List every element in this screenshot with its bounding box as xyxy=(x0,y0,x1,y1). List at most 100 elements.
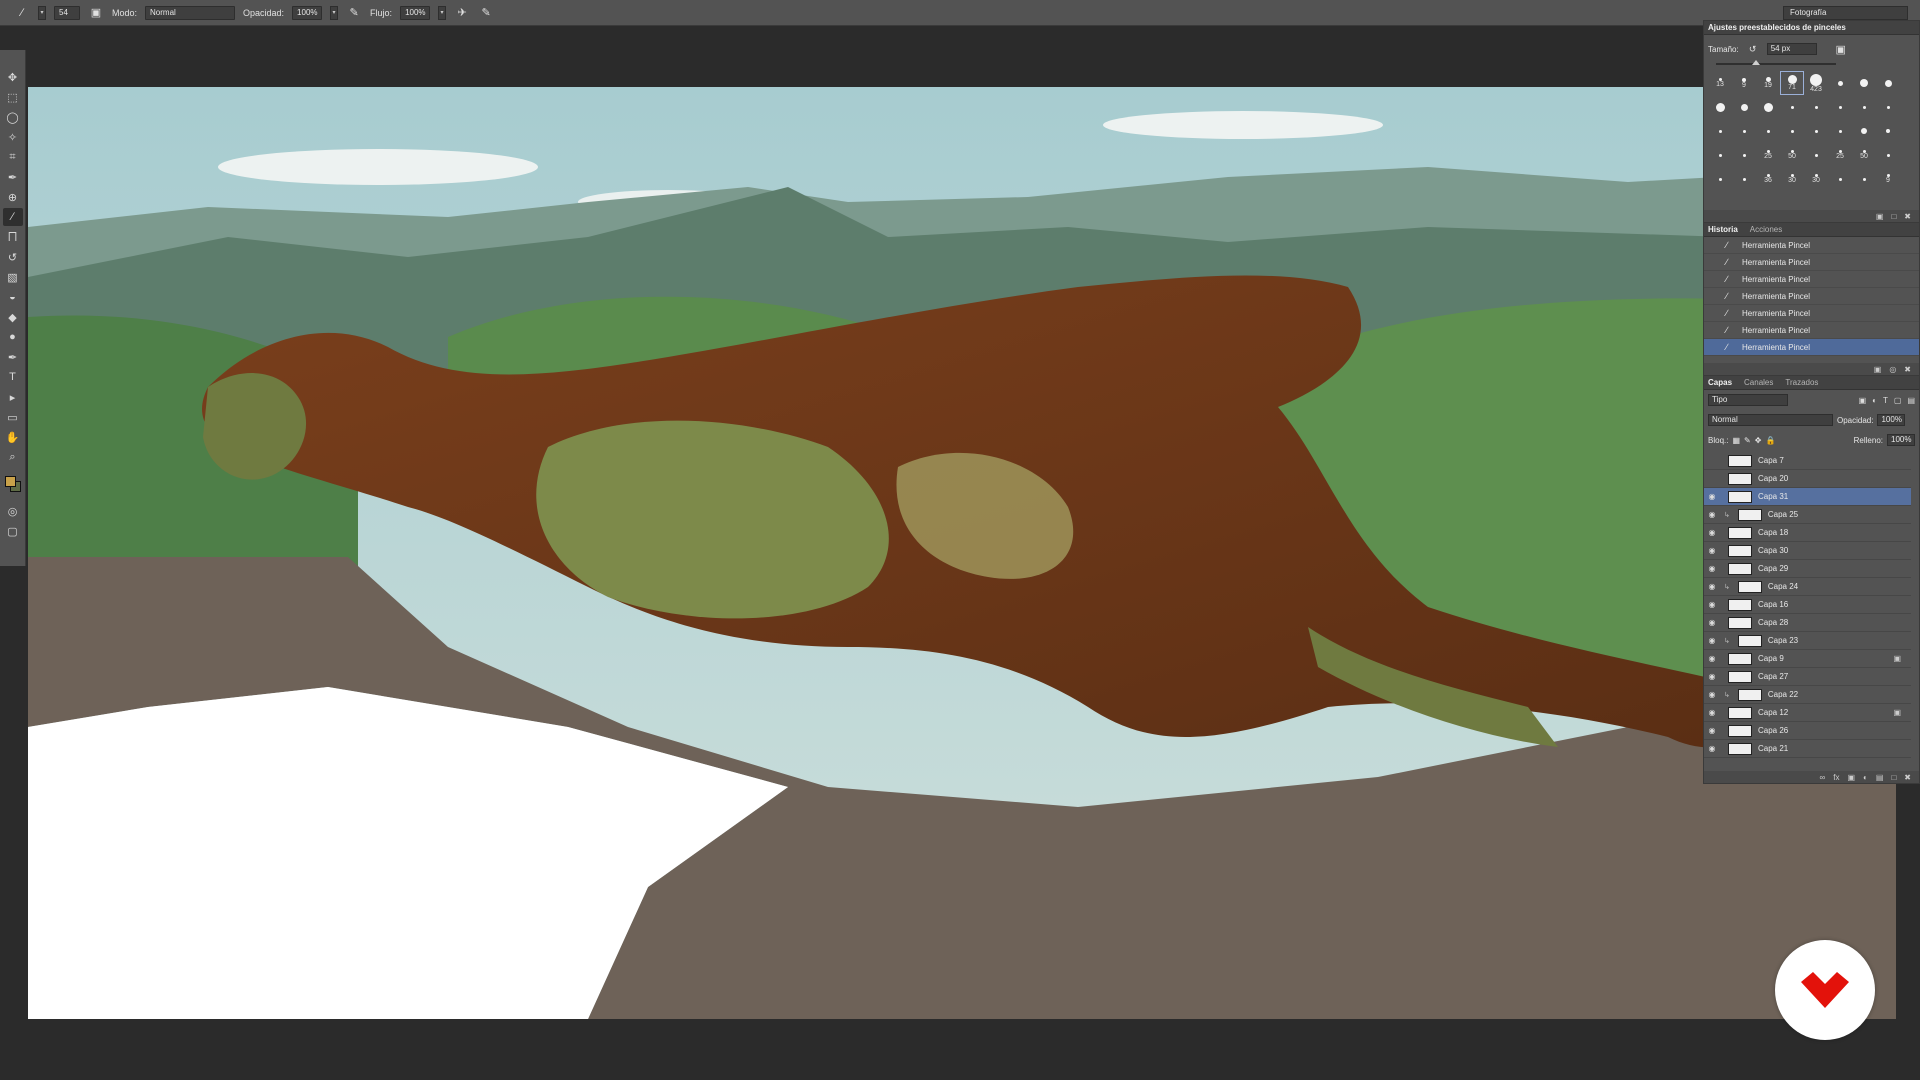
brush-preset[interactable]: 9 xyxy=(1876,167,1900,191)
layer-row[interactable]: ◉ Capa 12 ▣ xyxy=(1704,704,1911,722)
visibility-eye-icon[interactable]: ◉ xyxy=(1704,492,1720,501)
visibility-eye-icon[interactable]: ◉ xyxy=(1704,690,1720,699)
visibility-eye-icon[interactable]: ◉ xyxy=(1704,708,1720,717)
tool-preset-dropdown[interactable]: ▾ xyxy=(38,5,46,20)
layer-row[interactable]: ◉ ↳ Capa 23 xyxy=(1704,632,1911,650)
layer-filter-select[interactable]: Tipo xyxy=(1708,394,1788,406)
brush-preset[interactable] xyxy=(1732,95,1756,119)
layer-thumbnail[interactable] xyxy=(1728,544,1752,557)
brush-preset[interactable] xyxy=(1804,143,1828,167)
new-brush-icon[interactable]: □ xyxy=(1891,212,1896,221)
layer-name[interactable]: Capa 21 xyxy=(1758,744,1788,753)
history-state[interactable]: ∕ Herramienta Pincel xyxy=(1704,322,1919,339)
layer-name[interactable]: Capa 31 xyxy=(1758,492,1788,501)
brush-preset[interactable] xyxy=(1876,71,1900,95)
history-state[interactable]: ∕ Herramienta Pincel xyxy=(1704,271,1919,288)
opacity-dropdown[interactable]: ▾ xyxy=(330,5,339,20)
history-state[interactable]: ∕ Herramienta Pincel xyxy=(1704,305,1919,322)
layer-name[interactable]: Capa 28 xyxy=(1758,618,1788,627)
layer-row[interactable]: ◉ Capa 27 xyxy=(1704,668,1911,686)
pixel-filter-icon[interactable]: ▣ xyxy=(1859,396,1867,405)
screen-mode-icon[interactable]: ▢ xyxy=(3,522,23,540)
layer-thumbnail[interactable] xyxy=(1737,634,1762,647)
healing-tool-icon[interactable]: ⊕ xyxy=(3,188,23,206)
visibility-eye-icon[interactable]: ◉ xyxy=(1704,564,1720,573)
hand-tool-icon[interactable]: ✋ xyxy=(3,428,23,446)
new-layer-icon[interactable]: □ xyxy=(1891,773,1896,782)
brush-preset[interactable] xyxy=(1876,143,1900,167)
layer-name[interactable]: Capa 27 xyxy=(1758,672,1788,681)
layer-name[interactable]: Capa 7 xyxy=(1758,456,1784,465)
link-layers-icon[interactable]: ∞ xyxy=(1820,773,1826,782)
new-preset-icon[interactable]: ▣ xyxy=(1833,41,1849,57)
visibility-eye-icon[interactable]: ◉ xyxy=(1704,510,1720,519)
delete-state-icon[interactable]: ✖ xyxy=(1904,365,1911,374)
move-tool-icon[interactable]: ✥ xyxy=(3,68,23,86)
brush-size-picker[interactable]: 54 xyxy=(54,5,80,20)
paint-bucket-tool-icon[interactable]: ◒ xyxy=(3,288,23,306)
eraser-tool-icon[interactable]: ▧ xyxy=(3,268,23,286)
layer-thumbnail[interactable] xyxy=(1728,526,1752,539)
delete-brush-icon[interactable]: ✖ xyxy=(1904,212,1911,221)
lock-transparency-icon[interactable]: ▦ xyxy=(1732,436,1740,445)
layer-row[interactable]: ◉ Capa 21 xyxy=(1704,740,1911,758)
brush-tool-icon[interactable]: ∕ xyxy=(14,5,30,21)
shape-filter-icon[interactable]: ▢ xyxy=(1894,396,1902,405)
layer-name[interactable]: Capa 23 xyxy=(1768,636,1798,645)
brush-preset[interactable] xyxy=(1708,167,1732,191)
layer-name[interactable]: Capa 20 xyxy=(1758,474,1788,483)
visibility-eye-icon[interactable]: ◉ xyxy=(1704,636,1720,645)
mode-select[interactable]: Normal xyxy=(145,5,236,20)
layer-row[interactable]: ◉ Capa 28 xyxy=(1704,614,1911,632)
brush-preset[interactable] xyxy=(1852,119,1876,143)
layer-opacity-field[interactable]: 100% xyxy=(1877,414,1906,426)
layer-row[interactable]: ◉ Capa 18 xyxy=(1704,524,1911,542)
add-mask-icon[interactable]: ▣ xyxy=(1847,773,1855,782)
lock-all-icon[interactable]: 🔒 xyxy=(1765,436,1775,445)
smart-object-filter-icon[interactable]: ▤ xyxy=(1907,396,1915,405)
brush-preset[interactable] xyxy=(1828,167,1852,191)
layer-row[interactable]: ◉ Capa 26 xyxy=(1704,722,1911,740)
layer-thumbnail[interactable] xyxy=(1728,454,1752,467)
quick-mask-icon[interactable]: ◎ xyxy=(3,502,23,520)
brush-preset[interactable] xyxy=(1852,167,1876,191)
visibility-eye-icon[interactable]: ◉ xyxy=(1704,546,1720,555)
type-filter-icon[interactable]: T xyxy=(1883,396,1888,405)
visibility-eye-icon[interactable]: ◉ xyxy=(1704,618,1720,627)
history-state[interactable]: ∕ Herramienta Pincel xyxy=(1704,237,1919,254)
workspace-switcher[interactable]: Fotografía xyxy=(1783,6,1908,20)
document-canvas[interactable] xyxy=(28,87,1896,1019)
layer-name[interactable]: Capa 24 xyxy=(1768,582,1798,591)
visibility-eye-icon[interactable]: ◉ xyxy=(1704,582,1720,591)
path-selection-tool-icon[interactable]: ▸ xyxy=(3,388,23,406)
brush-preset[interactable] xyxy=(1828,95,1852,119)
delete-layer-icon[interactable]: ✖ xyxy=(1904,773,1911,782)
layer-row[interactable]: ◉ Capa 31 xyxy=(1704,488,1911,506)
pressure-opacity-icon[interactable]: ✎ xyxy=(346,5,362,21)
layer-thumbnail[interactable] xyxy=(1728,598,1752,611)
brush-preset[interactable] xyxy=(1780,119,1804,143)
layer-row[interactable]: ◉ ↳ Capa 24 xyxy=(1704,578,1911,596)
history-state[interactable]: ∕ Herramienta Pincel xyxy=(1704,339,1919,356)
pressure-size-icon[interactable]: ✎ xyxy=(478,5,494,21)
opacity-field[interactable]: 100% xyxy=(292,5,323,20)
layer-row[interactable]: Capa 20 xyxy=(1704,470,1911,488)
layer-name[interactable]: Capa 25 xyxy=(1768,510,1798,519)
layer-thumbnail[interactable] xyxy=(1728,670,1752,683)
layer-thumbnail[interactable] xyxy=(1728,616,1752,629)
eyedropper-tool-icon[interactable]: ✒ xyxy=(3,168,23,186)
layer-name[interactable]: Capa 16 xyxy=(1758,600,1788,609)
layer-row[interactable]: ◉ ↳ Capa 22 xyxy=(1704,686,1911,704)
brush-preset[interactable] xyxy=(1756,95,1780,119)
layer-thumbnail[interactable] xyxy=(1728,490,1752,503)
blend-mode-select[interactable]: Normal xyxy=(1708,414,1833,426)
brush-preset[interactable]: 25 xyxy=(1756,143,1780,167)
brush-preset[interactable] xyxy=(1732,143,1756,167)
dodge-tool-icon[interactable]: ● xyxy=(3,328,23,346)
lasso-tool-icon[interactable]: ◯ xyxy=(3,108,23,126)
brush-preset[interactable]: 25 xyxy=(1828,143,1852,167)
brush-preset[interactable] xyxy=(1828,71,1852,95)
brush-preset[interactable]: 30 xyxy=(1780,167,1804,191)
brush-preset[interactable] xyxy=(1732,119,1756,143)
visibility-eye-icon[interactable]: ◉ xyxy=(1704,744,1720,753)
